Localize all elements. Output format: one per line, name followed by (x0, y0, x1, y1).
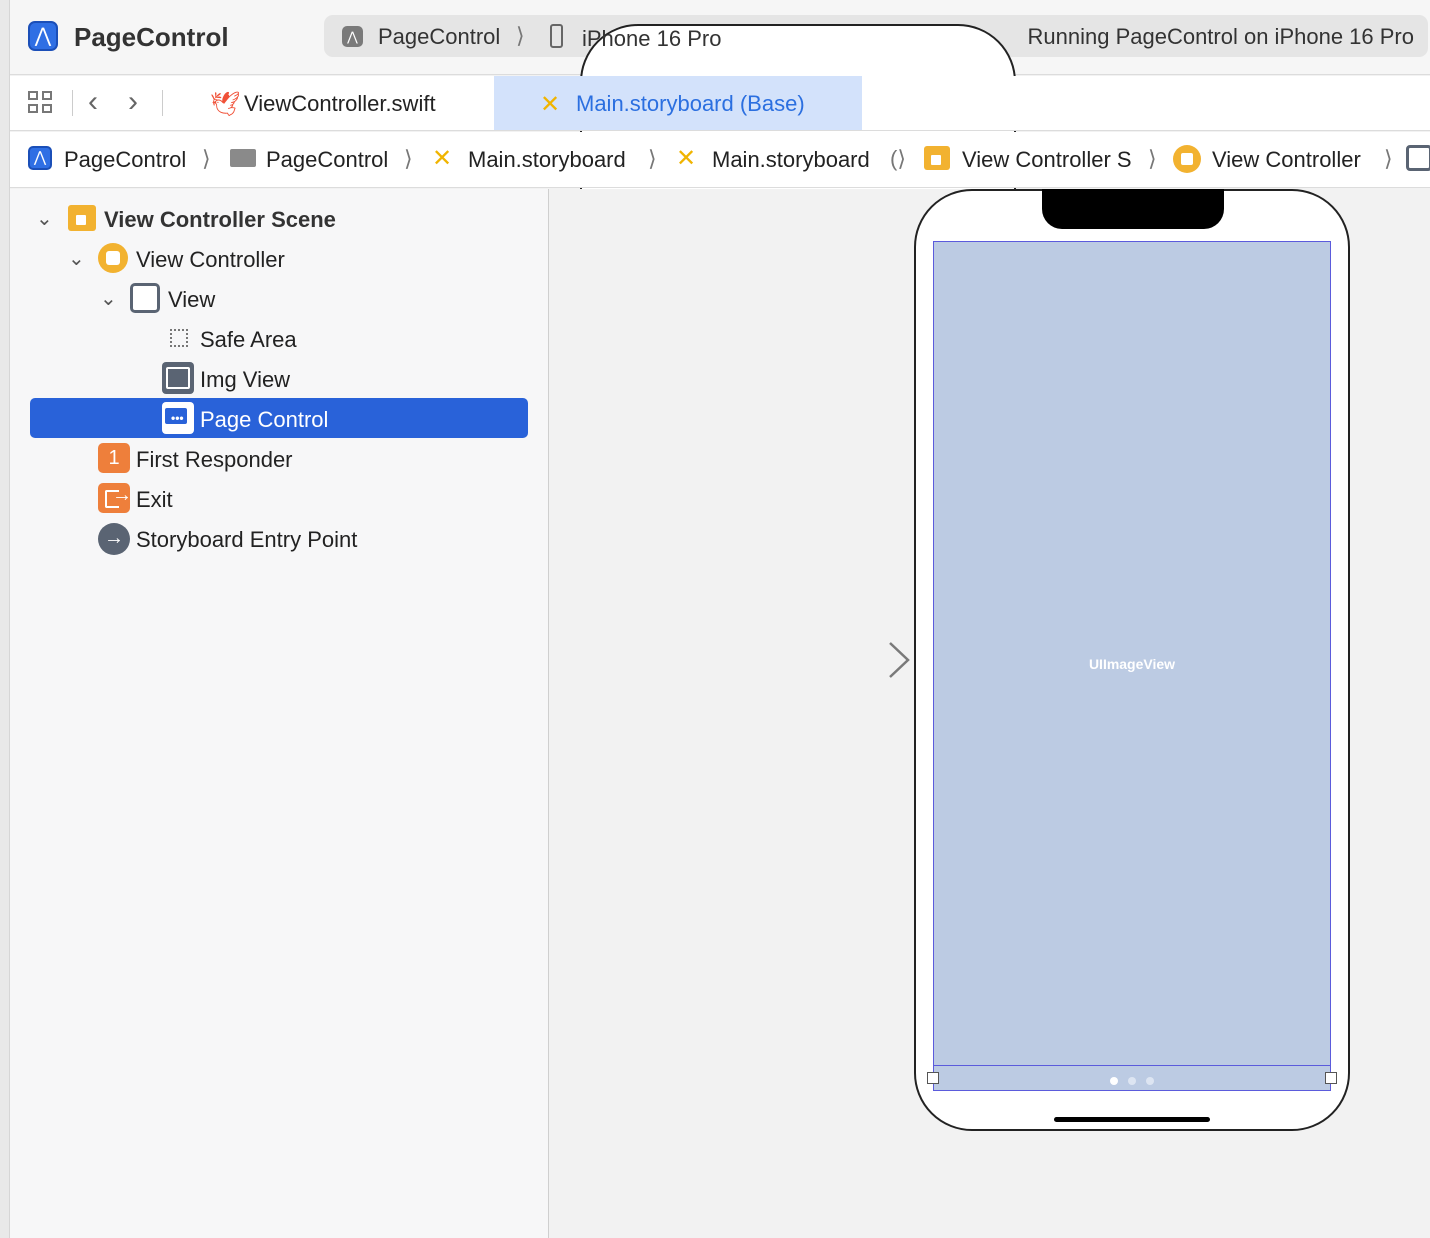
activity-bar[interactable]: ⋀ PageControl ⟩ iPhone 16 Pro Running Pa… (324, 15, 1428, 966)
resize-handle-left[interactable] (927, 1072, 939, 1084)
run-status: Running PageControl on iPhone 16 Pro (1027, 24, 1415, 49)
xcode-project-icon: ⋀ (28, 21, 58, 51)
window-edge (0, 0, 10, 1238)
outline-item-storyboard-entry-point[interactable]: → Storyboard Entry Point (30, 518, 528, 558)
tab-label: ViewController.swift (244, 91, 436, 116)
view-controller-icon (98, 243, 128, 273)
outline-item-img-view[interactable]: Img View (30, 358, 528, 398)
outline-item-label: Safe Area (200, 327, 297, 352)
storyboard-icon: ✕ (432, 145, 453, 172)
related-items-grid-icon[interactable] (28, 91, 54, 115)
exit-icon: → (98, 483, 132, 513)
app-title: PageControl (74, 22, 229, 52)
storyboard-icon: ✕ (540, 91, 561, 118)
chevron-down-icon[interactable]: ⌄ (36, 206, 53, 231)
breadcrumb-storyboard[interactable]: Main.storyboard (468, 147, 626, 173)
outline-item-first-responder[interactable]: 1 First Responder (30, 438, 528, 478)
page-control[interactable] (933, 1065, 1331, 1091)
chevron-right-icon[interactable]: › (128, 85, 138, 119)
page-dot (1128, 1077, 1136, 1085)
entry-point-icon: → (98, 523, 130, 555)
breadcrumb-group[interactable]: PageControl (266, 147, 388, 173)
outline-item-exit[interactable]: → Exit (30, 478, 528, 518)
first-responder-icon: 1 (98, 443, 130, 473)
scheme-selector[interactable]: PageControl (378, 24, 500, 50)
outline-item-label: View Controller (136, 247, 285, 272)
app-target-icon: ⋀ (342, 26, 363, 47)
outline-item-page-control[interactable]: ••• Page Control (30, 398, 528, 438)
outline-item-label: Img View (200, 367, 291, 392)
chevron-right-icon: ⟩ (648, 146, 657, 171)
outline-item-label: Exit (136, 487, 173, 512)
outline-item-label: Page Control (200, 407, 329, 432)
home-indicator (1054, 1117, 1210, 1122)
safe-area-icon (170, 329, 188, 347)
storyboard-canvas[interactable]: UIImageView (550, 189, 1430, 1238)
image-view-icon (162, 362, 194, 394)
outline-item-label: View (168, 287, 216, 312)
iphone-icon (550, 24, 563, 48)
divider (162, 90, 163, 116)
chevron-right-icon: ⟩ (516, 23, 525, 48)
chevron-right-icon: ⟩ (404, 146, 413, 171)
page-indicator-dots (934, 1072, 1330, 1090)
resize-handle-right[interactable] (1325, 1072, 1337, 1084)
view-icon (130, 283, 160, 313)
scene-icon (924, 146, 950, 170)
outline-item-label: First Responder (136, 447, 293, 472)
storyboard-icon: ✕ (676, 145, 697, 172)
folder-icon (230, 149, 256, 167)
page-dot (1146, 1077, 1154, 1085)
chevron-left-icon[interactable]: ‹ (88, 85, 98, 119)
outline-item-view-controller-scene[interactable]: ⌄ View Controller Scene (30, 198, 528, 238)
document-outline: ⌄ View Controller Scene ⌄ View Controlle… (10, 189, 549, 1238)
device-notch (1042, 189, 1224, 229)
entry-point-arrow-icon[interactable] (800, 639, 912, 679)
xcode-project-icon: ⋀ (28, 146, 52, 170)
outline-item-label: Storyboard Entry Point (136, 527, 358, 552)
editor-tab-bar: ‹ › 🕊 ViewController.swift ✕ Main.storyb… (10, 76, 1430, 131)
divider (72, 90, 73, 116)
outline-item-view-controller[interactable]: ⌄ View Controller (30, 238, 528, 278)
outline-item-label: View Controller Scene (104, 207, 336, 232)
tab-viewcontroller-swift[interactable]: 🕊 ViewController.swift (194, 76, 494, 130)
swift-icon: 🕊 (210, 91, 241, 118)
breadcrumb-storyboard-base[interactable]: Main.storyboard (712, 147, 870, 173)
scene-icon (68, 205, 96, 231)
breadcrumb: ⋀ PageControl ⟩ PageControl ⟩ ✕ Main.sto… (10, 132, 1430, 188)
breadcrumb-scene[interactable]: View Controller S (962, 147, 1132, 173)
page-dot-active (1110, 1077, 1118, 1085)
chevron-right-icon: ⟩ (202, 146, 211, 171)
chevron-down-icon[interactable]: ⌄ (68, 246, 85, 271)
tab-main-storyboard[interactable]: ✕ Main.storyboard (Base) (494, 76, 862, 130)
tab-label: Main.storyboard (Base) (576, 91, 805, 116)
title-bar: ⋀ PageControl ⋀ PageControl ⟩ iPhone 16 … (10, 0, 1430, 966)
chevron-right-icon: ⟩ (1384, 146, 1393, 171)
page-control-icon: ••• (162, 402, 194, 434)
chevron-right-icon: ⟩ (1148, 146, 1157, 171)
breadcrumb-view-controller[interactable]: View Controller (1212, 147, 1361, 173)
breadcrumb-project[interactable]: PageControl (64, 147, 186, 173)
chevron-right-icon: (⟩ (890, 146, 906, 171)
outline-item-view[interactable]: ⌄ View (30, 278, 528, 318)
view-controller-icon (1173, 145, 1201, 173)
view-icon (1406, 145, 1430, 171)
outline-item-safe-area[interactable]: Safe Area (30, 318, 528, 358)
chevron-down-icon[interactable]: ⌄ (100, 286, 117, 311)
iphone-device-frame[interactable]: UIImageView (914, 189, 1350, 1131)
image-view-label: UIImageView (1088, 656, 1176, 672)
image-view[interactable]: UIImageView (933, 241, 1331, 1067)
